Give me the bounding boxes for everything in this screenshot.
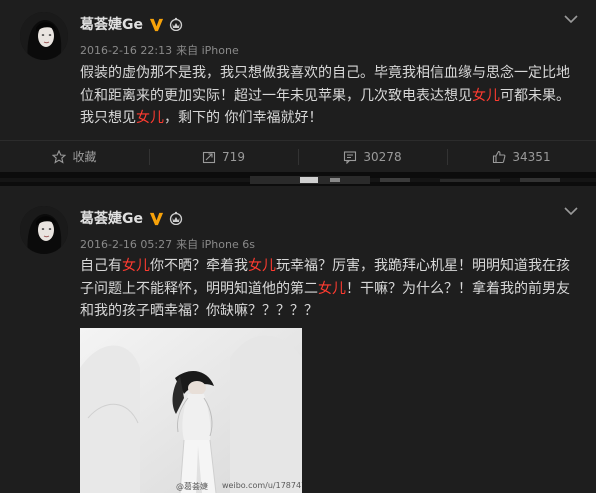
favorite-button[interactable]: 收藏 [0,141,149,172]
comment-count: 30278 [363,149,402,164]
author-name[interactable]: 葛荟婕Ge [80,208,143,228]
author-name[interactable]: 葛荟婕Ge [80,14,143,34]
repost-button[interactable]: 719 [149,141,298,172]
thumbs-up-icon [493,150,506,163]
comment-icon [344,150,357,164]
repost-icon [202,151,216,163]
highlight-keyword[interactable]: 女儿 [248,258,276,274]
like-button[interactable]: 34351 [447,141,596,172]
highlight-keyword[interactable]: 女儿 [122,258,150,274]
post-photo[interactable]: @葛荟婕 weibo.com/u/1787472 [80,328,302,493]
post-actions: 收藏 719 30278 34351 [0,140,596,172]
photo-watermark-url: weibo.com/u/1787472 [222,481,302,490]
chevron-down-icon[interactable] [564,14,578,24]
vip-crown-icon[interactable] [168,211,184,225]
source: 来自 iPhone [176,44,239,57]
repost-count: 719 [222,149,245,164]
weibo-post-1: 葛荟婕Ge 2016-2-16 22:13 来自 iPhone 假装的虚伪那不是我… [0,0,596,172]
source: 来自 iPhone 6s [176,238,255,251]
text-seg: 自己有 [80,258,122,274]
timestamp[interactable]: 2016-2-16 22:13 [80,44,172,57]
timestamp[interactable]: 2016-2-16 05:27 [80,238,172,251]
favorite-label: 收藏 [72,150,97,164]
avatar[interactable] [20,206,68,254]
author-row: 葛荟婕Ge [80,14,184,34]
chevron-down-icon[interactable] [564,206,578,216]
weibo-post-2: 葛荟婕Ge 2016-2-16 05:27 来自 iPhone 6s 自己有女儿你… [0,186,596,493]
avatar[interactable] [20,12,68,60]
post-text: 自己有女儿你不晒？牵着我女儿玩幸福？厉害，我跪拜心机星！明明知道我在孩子问题上不… [80,255,580,323]
post-meta: 2016-2-16 05:27 来自 iPhone 6s [80,236,259,252]
photo-watermark: @葛荟婕 [176,482,208,491]
author-row: 葛荟婕Ge [80,208,184,228]
star-icon [52,149,67,164]
text-seg: ，剩下的 你们幸福就好！ [164,110,323,126]
text-seg: 你不晒？牵着我 [150,258,248,274]
post-meta: 2016-2-16 22:13 来自 iPhone [80,42,243,58]
verified-v-icon [149,18,164,31]
vip-crown-icon[interactable] [168,17,184,31]
highlight-keyword[interactable]: 女儿 [472,88,500,104]
highlight-keyword[interactable]: 女儿 [136,110,164,126]
post-separator [0,172,596,186]
comment-button[interactable]: 30278 [298,141,447,172]
highlight-keyword[interactable]: 女儿 [318,281,346,297]
like-count: 34351 [512,149,551,164]
post-text: 假装的虚伪那不是我，我只想做我喜欢的自己。毕竟我相信血缘与思念一定比地位和距离来… [80,62,580,130]
verified-v-icon [149,212,164,225]
